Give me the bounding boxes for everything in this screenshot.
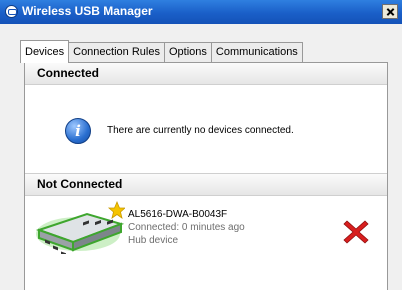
- window-title: Wireless USB Manager: [22, 4, 153, 18]
- devices-panel: Connected i There are currently no devic…: [24, 62, 388, 290]
- wireless-usb-icon: [5, 5, 18, 18]
- remove-icon[interactable]: [342, 218, 370, 246]
- tab-connection-rules[interactable]: Connection Rules: [68, 42, 165, 62]
- device-name: AL5616-DWA-B0043F: [128, 209, 228, 220]
- tab-bar: Devices Connection Rules Options Communi…: [20, 40, 303, 63]
- device-row[interactable]: AL5616-DWA-B0043F Connected: 0 minutes a…: [25, 196, 387, 290]
- tab-devices[interactable]: Devices: [20, 40, 70, 63]
- info-icon: i: [65, 118, 91, 144]
- usb-hub-icon: [35, 200, 125, 254]
- star-icon: [107, 200, 125, 219]
- not-connected-header: Not Connected: [25, 173, 387, 196]
- device-type: Hub device: [128, 235, 179, 246]
- connected-section: i There are currently no devices connect…: [25, 85, 387, 173]
- tab-options[interactable]: Options: [163, 42, 212, 62]
- device-status: Connected: 0 minutes ago: [128, 222, 245, 233]
- no-devices-message: There are currently no devices connected…: [107, 125, 294, 136]
- title-bar[interactable]: Wireless USB Manager: [0, 0, 402, 24]
- tab-communications[interactable]: Communications: [210, 42, 303, 62]
- connected-header: Connected: [25, 63, 387, 85]
- close-icon[interactable]: [382, 4, 398, 19]
